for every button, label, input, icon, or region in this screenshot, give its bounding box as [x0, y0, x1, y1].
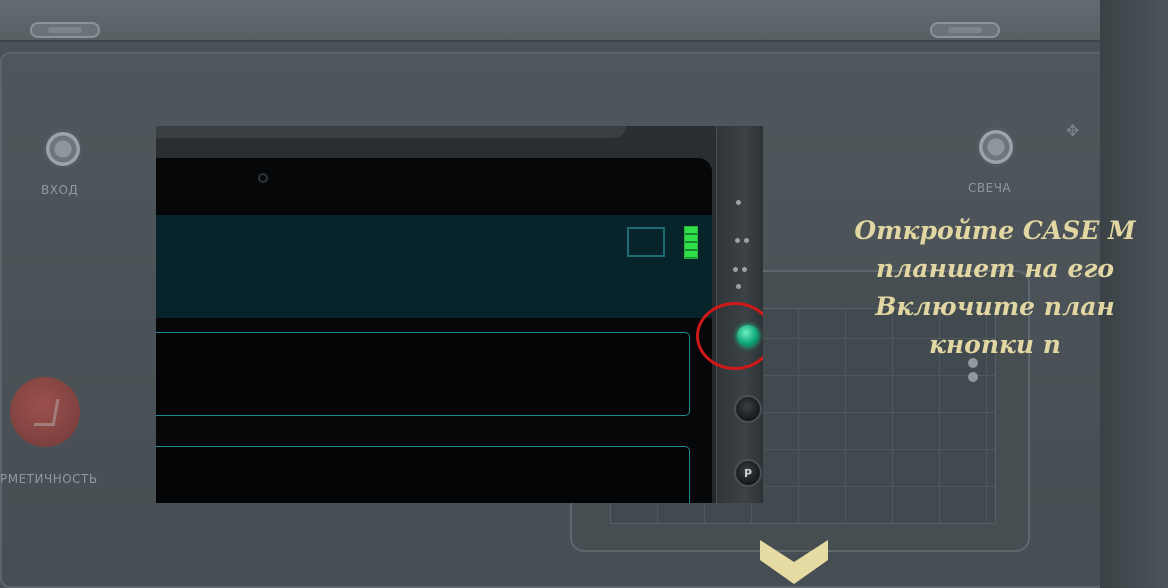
function-button[interactable]: [734, 395, 762, 423]
input-label: ВХОД: [41, 183, 79, 197]
screen-field: [156, 446, 690, 503]
status-indicator-icon: [736, 200, 741, 205]
instruction-text: Откройте CASE M планшет на его Включите …: [815, 212, 1168, 364]
status-indicator-icon: [744, 238, 749, 243]
spark-label: СВЕЧА: [968, 181, 1012, 195]
right-latch: [930, 22, 1000, 38]
input-connector-icon: [46, 132, 80, 166]
p-button[interactable]: P: [734, 459, 762, 487]
instruction-line: планшет на его: [875, 254, 1115, 283]
status-indicator-icon: [742, 267, 747, 272]
battery-icon: [684, 226, 698, 259]
screen-field: [156, 332, 690, 416]
spark-connector-icon: [979, 130, 1013, 164]
hermetic-label: РМЕТИЧНОСТЬ: [0, 472, 98, 486]
hermetic-button: [10, 377, 80, 447]
case-top-strip: [0, 0, 1168, 42]
chevron-down-icon[interactable]: [760, 540, 828, 584]
window-icon: [627, 227, 665, 257]
status-indicator-icon: [736, 284, 741, 289]
camera-icon: [258, 173, 268, 183]
status-indicator-icon: [733, 267, 738, 272]
tablet-zoom-view: P: [156, 126, 763, 503]
instruction-line: Включите план: [875, 292, 1115, 321]
instruction-line: кнопки п: [929, 330, 1061, 359]
left-latch: [30, 22, 100, 38]
instruction-line: Откройте CASE M: [854, 216, 1136, 245]
gear-icon: ✥: [1066, 121, 1080, 140]
status-indicator-icon: [735, 238, 740, 243]
tablet-top-edge: [156, 126, 626, 138]
